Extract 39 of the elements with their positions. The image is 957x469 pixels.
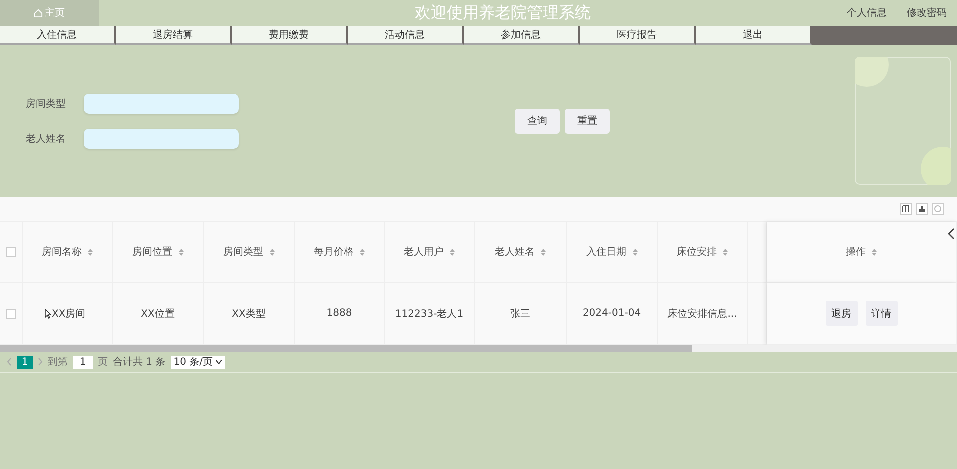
nav-tab[interactable]: 活动信息 — [348, 26, 464, 45]
column-header[interactable]: 入住日期 — [586, 245, 626, 259]
nav-tab[interactable]: 费用缴费 — [232, 26, 348, 45]
field-label: 老人姓名 — [26, 132, 67, 146]
column-header[interactable]: 房间名称 — [42, 245, 82, 259]
table-cell-text: 床位安排信息... — [668, 308, 738, 320]
column-header[interactable]: 老人姓名 — [495, 245, 535, 259]
nav-tab[interactable]: 参加信息 — [464, 26, 580, 45]
table-cell: 1888 — [326, 308, 352, 319]
total-count: 合计共 1 条 — [113, 356, 166, 369]
table-cell-text: XX类型 — [232, 308, 266, 320]
table-cell-text: 112233-老人1 — [395, 308, 464, 320]
field-label: 房间类型 — [26, 98, 67, 110]
nav-tab[interactable]: 入住信息 — [0, 26, 116, 45]
column-header[interactable]: 每月价格 — [314, 245, 354, 259]
column-header[interactable]: 操作 — [846, 245, 866, 259]
nav-tab[interactable]: 退房结算 — [116, 26, 232, 45]
goto-label: 到第 — [48, 356, 68, 369]
search-button[interactable]: 重置 — [565, 108, 610, 134]
page-suffix: 页 — [98, 356, 108, 369]
action-button[interactable]: 详情 — [866, 301, 898, 326]
table-cell-text: XX位置 — [141, 308, 175, 320]
header-link[interactable]: 修改密码 — [907, 6, 947, 20]
nav-tab[interactable]: 医疗报告 — [580, 26, 696, 45]
column-header[interactable]: 房间类型 — [224, 245, 264, 259]
app-title: 欢迎使用养老院管理系统 — [414, 2, 592, 24]
header-link[interactable]: 个人信息 — [847, 6, 887, 20]
search-button[interactable]: 查询 — [515, 108, 560, 134]
column-header[interactable]: 老人用户 — [404, 245, 444, 259]
page-button[interactable]: 1 — [17, 356, 33, 368]
table-cell: 2024-01-04 — [582, 308, 642, 319]
nav-tab[interactable]: 退出 — [696, 26, 812, 45]
column-header[interactable]: 床位安排 — [677, 245, 717, 259]
page-size-select[interactable]: 10 条/页 — [170, 356, 226, 368]
table-cell-text: XX房间 — [52, 308, 86, 320]
action-button[interactable]: 退房 — [826, 301, 858, 326]
column-header[interactable]: 房间位置 — [132, 245, 172, 259]
table-cell-text: 张三 — [510, 308, 530, 320]
page-input[interactable]: 1 — [73, 356, 93, 368]
